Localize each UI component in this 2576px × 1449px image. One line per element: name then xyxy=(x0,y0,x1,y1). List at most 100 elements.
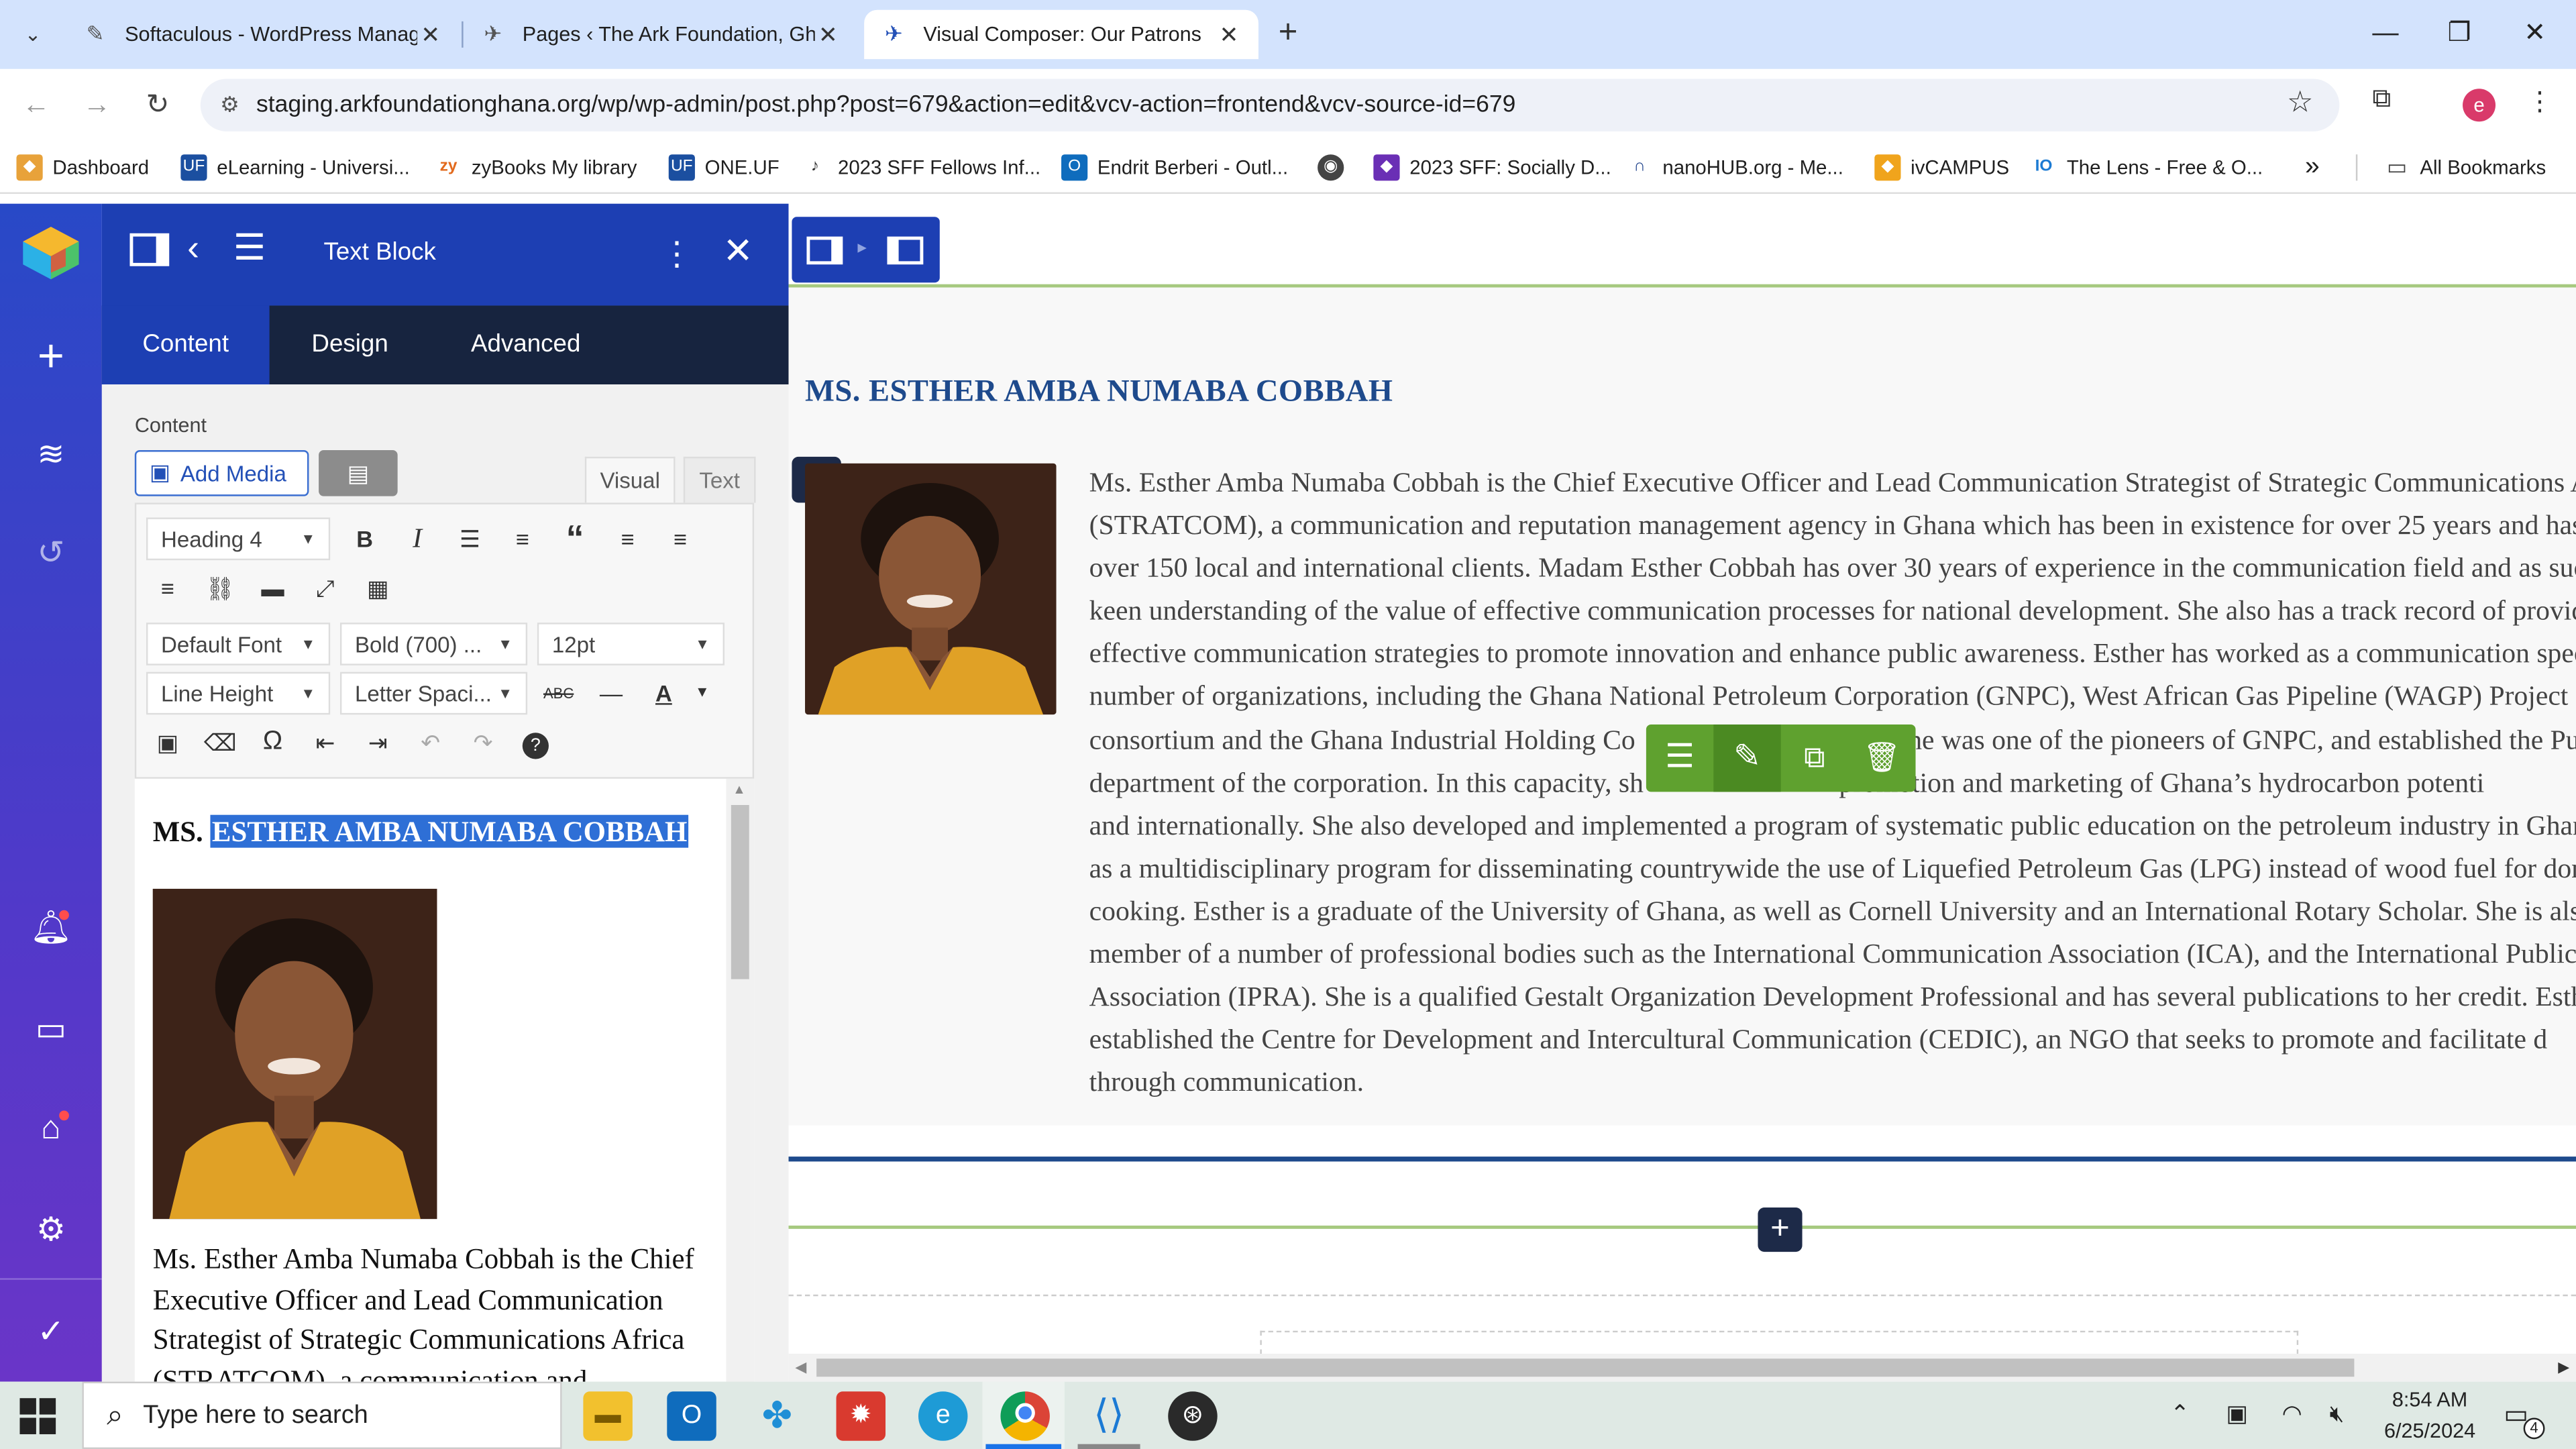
desktop-layout-icon[interactable] xyxy=(806,236,843,265)
add-element-icon[interactable]: + xyxy=(0,331,102,381)
pinwheel-app-icon[interactable]: ✤ xyxy=(753,1391,802,1440)
sidebar-layout-icon[interactable] xyxy=(887,236,924,265)
blockquote-icon[interactable]: “ xyxy=(553,519,596,559)
paste-text-icon[interactable]: ▣ xyxy=(146,723,189,763)
reload-icon[interactable]: ↻ xyxy=(138,85,178,125)
tab-advanced[interactable]: Advanced xyxy=(447,306,604,385)
scroll-up-icon[interactable]: ▲ xyxy=(733,782,745,797)
forward-icon[interactable]: → xyxy=(77,85,117,125)
panel-layout-icon[interactable] xyxy=(129,233,170,266)
scroll-left-icon[interactable]: ◀ xyxy=(795,1358,806,1377)
github-desktop-icon[interactable]: ⊛ xyxy=(1168,1391,1218,1441)
volume-muted-icon[interactable]: 🔇︎ xyxy=(2330,1400,2345,1428)
bookmark-sff-socially[interactable]: ◆ 2023 SFF: Socially D... xyxy=(1373,153,1611,182)
profile-avatar[interactable]: e xyxy=(2463,89,2496,122)
publish-check-icon[interactable]: ✓ xyxy=(0,1307,102,1356)
extensions-icon[interactable]: ⧉ xyxy=(2372,85,2391,115)
hub-icon[interactable]: ⌂ xyxy=(0,1104,102,1153)
bookmark-outlook[interactable]: O Endrit Berberi - Outl... xyxy=(1061,153,1288,182)
link-icon[interactable]: ⛓ xyxy=(199,568,241,608)
close-icon[interactable]: ✕ xyxy=(1216,21,1242,49)
tab-visual-composer[interactable]: ✈ Visual Composer: Our Patrons ✕ xyxy=(864,9,1258,60)
tray-overflow-icon[interactable]: ⌃ xyxy=(2170,1400,2190,1428)
outdent-icon[interactable]: ⇤ xyxy=(304,723,347,763)
edit-pencil-icon[interactable]: ✎ xyxy=(1713,724,1781,792)
text-color-caret-icon[interactable]: ▼ xyxy=(695,684,710,700)
new-tab-button[interactable]: + xyxy=(1269,13,1308,53)
all-bookmarks[interactable]: ▭ All Bookmarks xyxy=(2383,153,2546,182)
tab-softaculous[interactable]: ✎ Softaculous - WordPress Manag ✕ xyxy=(66,10,460,59)
visual-composer-logo[interactable] xyxy=(16,223,85,282)
close-icon[interactable]: ✕ xyxy=(417,21,443,49)
minimize-icon[interactable]: — xyxy=(2353,13,2418,56)
undo-icon[interactable]: ↺ xyxy=(0,529,102,578)
add-media-button[interactable]: ▣ Add Media xyxy=(134,450,309,496)
rich-text-editor[interactable]: MS. ESTHER AMBA NUMABA COBBAH Ms. Esther… xyxy=(134,778,755,1384)
tab-pages[interactable]: ✈ Pages ‹ The Ark Foundation, Gh ✕ xyxy=(464,10,858,59)
clone-icon[interactable]: ⧉ xyxy=(1781,724,1848,792)
numbered-list-icon[interactable]: ≡ xyxy=(501,519,544,559)
read-more-icon[interactable]: ▬ xyxy=(252,568,294,608)
window-close-icon[interactable]: ✕ xyxy=(2502,13,2568,56)
text-block-element-icon[interactable]: ☰ xyxy=(1646,724,1713,792)
italic-icon[interactable]: I xyxy=(396,519,439,559)
text-color-icon[interactable]: A xyxy=(643,674,686,713)
windows-start-icon[interactable] xyxy=(19,1398,56,1434)
line-height-select[interactable]: Line Height ▼ xyxy=(146,672,331,715)
outlook-icon[interactable]: O xyxy=(667,1391,716,1441)
panel-close-icon[interactable]: ✕ xyxy=(723,230,753,273)
editor-portrait-image[interactable] xyxy=(152,888,437,1220)
letter-spacing-select[interactable]: Letter Spaci... ▼ xyxy=(339,672,528,715)
meet-now-icon[interactable]: ▣ xyxy=(2226,1400,2247,1428)
align-center-icon[interactable]: ≡ xyxy=(659,519,702,559)
close-icon[interactable]: ✕ xyxy=(815,21,841,49)
bookmarks-overflow[interactable]: » xyxy=(2305,153,2320,182)
editor-tab-visual[interactable]: Visual xyxy=(584,456,676,503)
trash-icon[interactable]: 🗑︎ xyxy=(1848,724,1915,792)
tab-design[interactable]: Design xyxy=(282,306,417,385)
url-bar[interactable]: ⚙ staging.arkfoundationghana.org/wp/wp-a… xyxy=(200,78,2340,131)
font-size-select[interactable]: 12pt ▼ xyxy=(537,623,725,665)
bookmark-one-uf[interactable]: UF ONE.UF xyxy=(668,153,780,182)
editor-heading[interactable]: MS. ESTHER AMBA NUMABA COBBAH xyxy=(153,814,689,849)
strikethrough-icon[interactable]: ABC xyxy=(537,674,580,713)
scrollbar-thumb[interactable] xyxy=(731,805,749,979)
bookmark-ivcampus[interactable]: ◆ ivCAMPUS xyxy=(1874,153,2009,182)
add-section-button[interactable]: + xyxy=(1758,1208,1803,1252)
settings-icon[interactable]: ⚙ xyxy=(0,1206,102,1255)
preview-monitor-icon[interactable]: ▭ xyxy=(0,1006,102,1055)
help-icon[interactable]: ? xyxy=(515,723,557,763)
redo-edit-icon[interactable]: ↷ xyxy=(462,723,504,763)
undo-edit-icon[interactable]: ↶ xyxy=(409,723,452,763)
site-info-icon[interactable]: ⚙ xyxy=(220,92,256,118)
chrome-icon[interactable] xyxy=(1000,1391,1050,1441)
tab-content[interactable]: Content xyxy=(101,305,270,385)
align-right-icon[interactable]: ≡ xyxy=(146,568,189,608)
horizontal-scrollbar[interactable]: ◀ ▶ xyxy=(788,1353,2576,1382)
restore-icon[interactable]: ❐ xyxy=(2426,13,2492,56)
scroll-right-icon[interactable]: ▶ xyxy=(2558,1358,2569,1377)
patron-portrait-image[interactable] xyxy=(805,463,1057,715)
fullscreen-icon[interactable]: ⤢ xyxy=(304,568,347,608)
back-chevron-icon[interactable]: ‹ xyxy=(187,227,199,270)
bookmark-zybooks[interactable]: zy zyBooks My library xyxy=(435,153,637,182)
panel-menu-icon[interactable]: ⋮ xyxy=(660,233,693,274)
font-family-select[interactable]: Default Font ▼ xyxy=(146,623,331,665)
toolbar-toggle-icon[interactable]: ▦ xyxy=(356,568,399,608)
clock-date[interactable]: 6/25/2024 xyxy=(2369,1419,2490,1442)
clipboard-button[interactable]: ▤ xyxy=(319,450,398,496)
bookmark-dashboard[interactable]: ◆ Dashboard xyxy=(16,153,149,182)
vscode-icon[interactable]: ⟨⟩ xyxy=(1084,1391,1133,1440)
bookmark-globe[interactable]: ◉ xyxy=(1318,153,1354,182)
editor-paragraph[interactable]: Ms. Esther Amba Numaba Cobbah is the Chi… xyxy=(153,1239,738,1383)
bookmark-sff-fellows[interactable]: ♪ 2023 SFF Fellows Inf... xyxy=(802,153,1041,182)
bullet-list-icon[interactable]: ☰ xyxy=(449,519,492,559)
editor-scrollbar[interactable]: ▲ xyxy=(726,778,755,1384)
taskbar-search-box[interactable]: ⌕ Type here to search xyxy=(82,1381,562,1449)
bookmark-the-lens[interactable]: IO The Lens - Free & O... xyxy=(2031,153,2263,182)
bookmark-star-icon[interactable]: ☆ xyxy=(2287,85,2314,119)
layers-icon[interactable]: ≋ xyxy=(0,431,102,480)
horizontal-line-icon[interactable]: — xyxy=(590,674,633,713)
red-app-icon[interactable]: ✹ xyxy=(836,1391,886,1441)
file-explorer-icon[interactable]: ▬ xyxy=(583,1391,633,1441)
